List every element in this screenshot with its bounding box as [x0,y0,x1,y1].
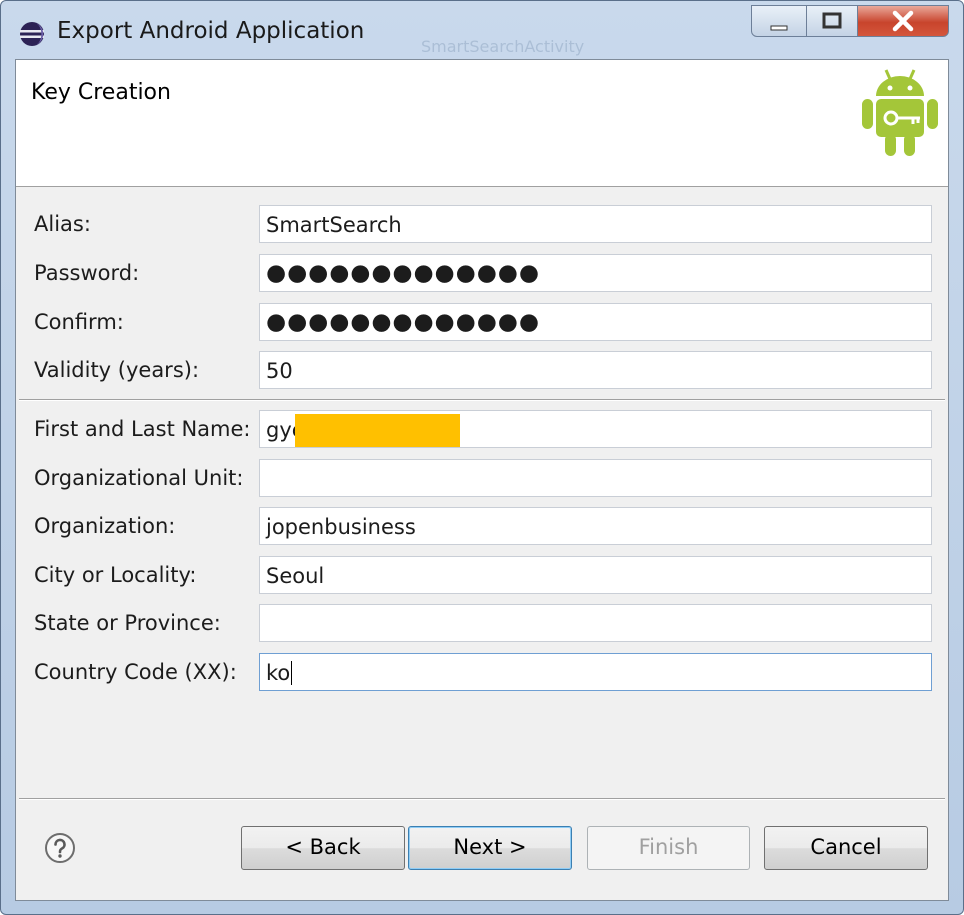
back-button[interactable]: < Back [241,826,405,870]
redaction-box [295,414,460,447]
eclipse-icon [20,22,44,46]
dialog-client-area: Key Creation Alias: SmartSearch Password… [15,59,949,901]
city-field[interactable]: Seoul [259,556,932,594]
help-icon[interactable] [44,832,76,864]
android-key-icon [862,69,938,156]
maximize-icon [822,12,842,29]
export-dialog-window: Export Android Application SmartSearchAc… [0,0,964,915]
alias-label: Alias: [34,212,91,236]
country-code-value: ko [266,661,291,685]
org-unit-label: Organizational Unit: [34,466,244,490]
close-button[interactable] [857,5,949,37]
section-separator [19,399,945,401]
cancel-button[interactable]: Cancel [764,826,928,870]
city-label: City or Locality: [34,563,197,587]
organization-field[interactable]: jopenbusiness [259,507,932,545]
first-last-name-field[interactable]: gye [259,410,932,448]
country-code-label: Country Code (XX): [34,660,237,684]
text-caret [291,661,293,685]
wizard-header: Key Creation [16,60,948,187]
state-field[interactable] [259,604,932,642]
window-title: Export Android Application [57,18,365,44]
background-window-text: SmartSearchActivity [421,37,585,56]
organization-label: Organization: [34,514,176,538]
validity-field[interactable]: 50 [259,351,932,389]
next-button[interactable]: Next > [408,826,572,870]
button-bar-separator [19,798,945,800]
state-label: State or Province: [34,611,221,635]
validity-label: Validity (years): [34,358,200,382]
finish-button[interactable]: Finish [587,826,750,870]
organizational-unit-field[interactable] [259,459,932,497]
confirm-label: Confirm: [34,310,124,334]
maximize-button[interactable] [806,5,858,37]
page-title: Key Creation [31,80,171,105]
minimize-button[interactable] [751,5,807,37]
confirm-password-field[interactable]: ●●●●●●●●●●●●● [259,303,932,341]
title-bar[interactable]: Export Android Application SmartSearchAc… [1,1,963,59]
close-icon [892,10,914,32]
password-label: Password: [34,261,140,285]
alias-field[interactable]: SmartSearch [259,205,932,243]
password-field[interactable]: ●●●●●●●●●●●●● [259,254,932,292]
country-code-field[interactable]: ko [259,653,932,691]
minimize-icon [770,25,788,31]
name-label: First and Last Name: [34,417,251,441]
